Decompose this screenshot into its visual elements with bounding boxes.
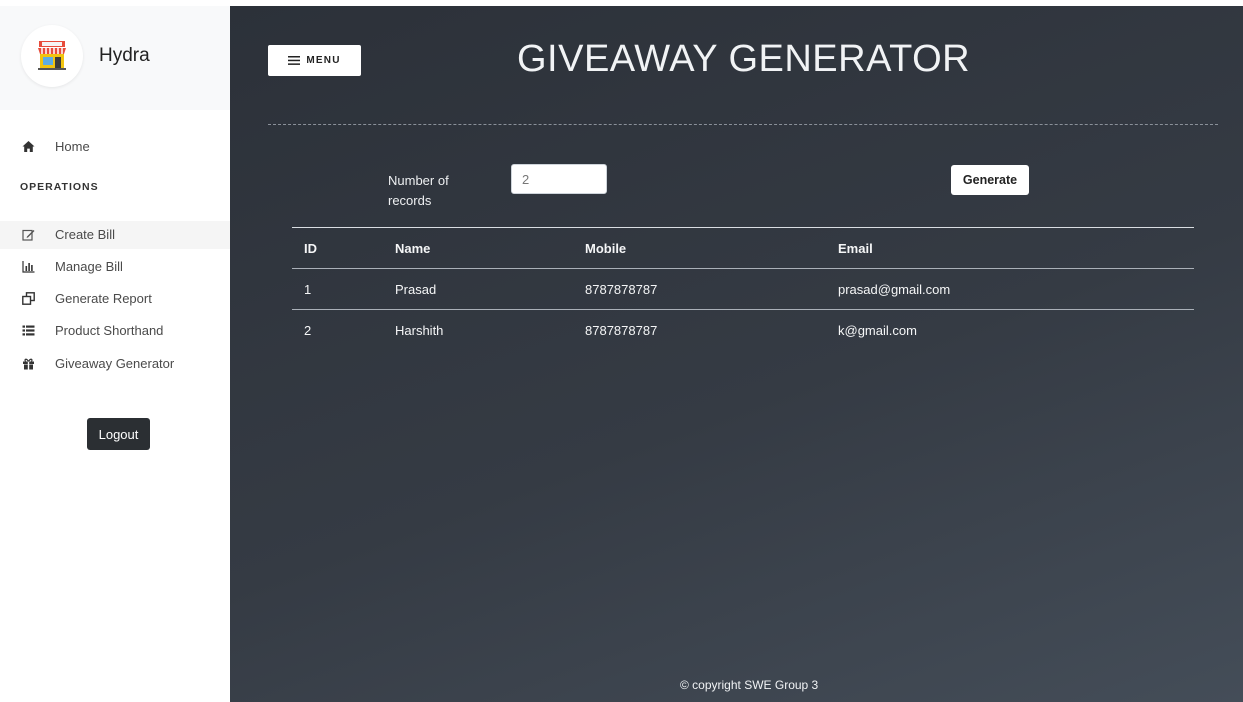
table-row: 2 Harshith 8787878787 k@gmail.com: [292, 310, 1194, 350]
logout-button[interactable]: Logout: [87, 418, 150, 450]
footer-copyright: © copyright SWE Group 3: [680, 678, 819, 692]
cell-email: k@gmail.com: [838, 323, 917, 338]
records-count-input[interactable]: [511, 164, 607, 194]
menu-button-label: MENU: [306, 55, 341, 66]
menu-button[interactable]: MENU: [268, 45, 361, 76]
cell-mobile: 8787878787: [585, 282, 658, 297]
sidebar-item-label: Create Bill: [55, 227, 115, 242]
sidebar: Hydra Home OPERATIONS Create Bill Manage…: [0, 0, 230, 702]
cell-id: 1: [304, 282, 312, 297]
divider: [268, 124, 1218, 125]
table-header-row: ID Name Mobile Email: [292, 228, 1194, 269]
bar-chart-icon: [22, 261, 35, 273]
logo[interactable]: [21, 25, 83, 87]
column-header-email: Email: [838, 241, 873, 256]
sidebar-item-giveaway-generator[interactable]: Giveaway Generator: [0, 350, 230, 378]
sidebar-item-label: Generate Report: [55, 291, 152, 306]
cell-name: Prasad: [395, 282, 437, 297]
main-content: MENU GIVEAWAY GENERATOR Number of record…: [230, 6, 1243, 702]
sidebar-item-label: Giveaway Generator: [55, 356, 175, 371]
sidebar-item-label: Product Shorthand: [55, 323, 164, 338]
generate-button[interactable]: Generate: [951, 165, 1029, 195]
brand-header: Hydra: [0, 6, 230, 110]
sidebar-item-create-bill[interactable]: Create Bill: [0, 221, 230, 249]
sidebar-item-generate-report[interactable]: Generate Report: [0, 285, 230, 313]
records-count-label: Number of records: [388, 173, 449, 208]
sidebar-item-label: Manage Bill: [55, 259, 123, 274]
cell-email: prasad@gmail.com: [838, 282, 951, 297]
home-icon: [22, 141, 35, 152]
cell-id: 2: [304, 323, 312, 338]
shop-icon: [38, 41, 66, 70]
brand-name: Hydra: [99, 45, 150, 66]
column-header-id: ID: [304, 241, 317, 256]
edit-icon: [22, 229, 35, 241]
gift-icon: [23, 358, 34, 370]
hamburger-icon: [288, 56, 301, 65]
section-heading: OPERATIONS: [20, 181, 99, 193]
cell-mobile: 8787878787: [585, 323, 658, 338]
list-icon: [22, 325, 35, 336]
column-header-mobile: Mobile: [585, 241, 627, 256]
sidebar-item-product-shorthand[interactable]: Product Shorthand: [0, 317, 230, 345]
cell-name: Harshith: [395, 323, 444, 338]
sidebar-item-label: Home: [55, 139, 90, 154]
page-title: GIVEAWAY GENERATOR: [517, 38, 971, 80]
giveaway-table: ID Name Mobile Email 1 Prasad 8787878787…: [292, 227, 1194, 350]
sidebar-item-manage-bill[interactable]: Manage Bill: [0, 253, 230, 281]
table-row: 1 Prasad 8787878787 prasad@gmail.com: [292, 269, 1194, 310]
column-header-name: Name: [395, 241, 431, 256]
sidebar-item-home[interactable]: Home: [0, 133, 230, 161]
clone-icon: [22, 292, 35, 305]
